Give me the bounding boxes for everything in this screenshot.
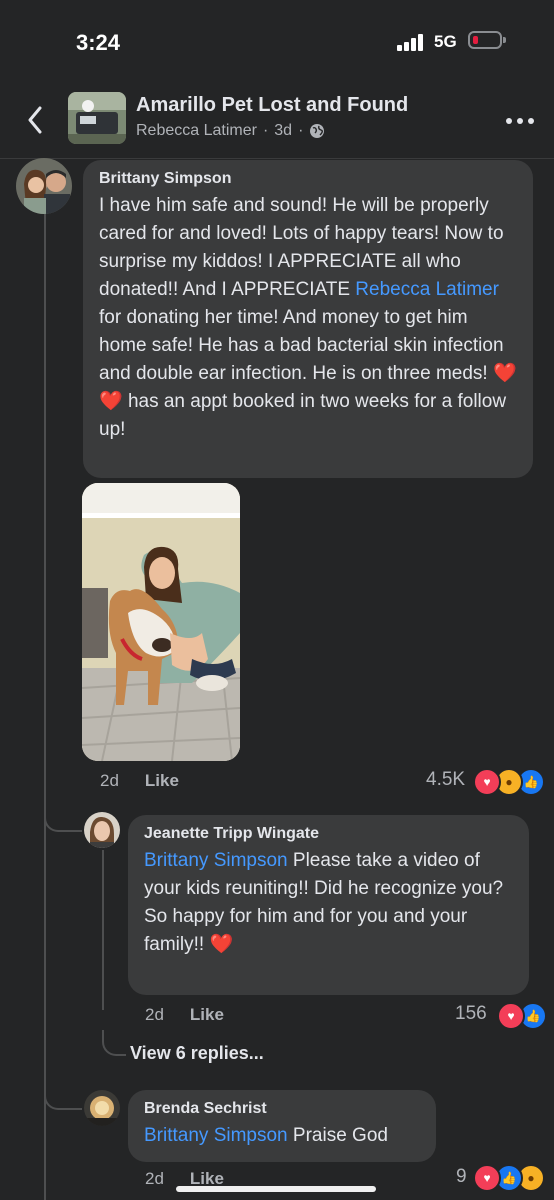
love-reaction-icon: ♥	[473, 768, 501, 796]
post-header: Amarillo Pet Lost and Found Rebecca Lati…	[0, 80, 554, 159]
reply-connector	[44, 1078, 82, 1110]
reaction-icons[interactable]: ♥ ● 👍	[473, 768, 545, 796]
comment-age: 2d	[100, 771, 119, 790]
comment-age: 2d	[145, 1005, 164, 1024]
comment-author[interactable]: Brittany Simpson	[99, 170, 517, 188]
status-time: 3:24	[76, 30, 121, 55]
mention-link[interactable]: Brittany Simpson	[144, 850, 288, 871]
reaction-icons[interactable]: ♥ 👍 ●	[473, 1164, 545, 1192]
network-label: 5G	[434, 32, 457, 51]
reaction-count[interactable]: 156	[455, 1003, 487, 1025]
comment-text-segment: for donating her time! And money to get …	[99, 307, 504, 384]
love-reaction-icon: ♥	[497, 1002, 525, 1030]
avatar[interactable]	[16, 158, 72, 214]
comment-text: Brittany Simpson Please take a video of …	[144, 847, 513, 959]
thread-line	[44, 214, 46, 1200]
comment-bubble: Brenda Sechrist Brittany Simpson Praise …	[128, 1090, 436, 1162]
mention-link[interactable]: Rebecca Latimer	[355, 279, 499, 300]
avatar[interactable]	[84, 1090, 120, 1126]
status-bar: 3:24 5G	[0, 0, 554, 80]
post-age: 3d	[274, 122, 293, 139]
comment-text: I have him safe and sound! He will be pr…	[99, 192, 517, 444]
comment-author[interactable]: Jeanette Tripp Wingate	[144, 825, 513, 843]
separator-dot: ·	[262, 122, 269, 139]
comment-actions: 2d Like	[145, 1005, 224, 1025]
love-reaction-icon: ♥	[473, 1164, 501, 1192]
separator-dot: ·	[298, 122, 304, 139]
comment-photo[interactable]	[82, 483, 240, 761]
reaction-count[interactable]: 4.5K	[426, 769, 465, 791]
like-button[interactable]: Like	[145, 771, 179, 790]
globe-icon	[310, 124, 325, 138]
reaction-count[interactable]: 9	[456, 1166, 467, 1188]
comment-text-segment: has an appt booked in two weeks for a fo…	[99, 391, 507, 440]
reply-connector	[44, 800, 82, 832]
comment-age: 2d	[145, 1169, 164, 1188]
home-indicator[interactable]	[176, 1186, 376, 1192]
chevron-left-icon	[28, 106, 42, 134]
heart-emoji: ❤️	[209, 934, 234, 955]
comment-author[interactable]: Brenda Sechrist	[144, 1100, 420, 1118]
poster-name[interactable]: Rebecca Latimer	[136, 122, 257, 140]
more-options-button[interactable]	[506, 118, 534, 124]
post-meta: Rebecca Latimer · 3d ·	[136, 122, 325, 140]
comment-text: Brittany Simpson Praise God	[144, 1122, 420, 1150]
comment-text-segment: Praise God	[287, 1125, 388, 1146]
avatar[interactable]	[84, 812, 120, 848]
signal-icon	[397, 33, 425, 51]
group-name[interactable]: Amarillo Pet Lost and Found	[136, 94, 408, 117]
thread-line	[102, 850, 104, 1010]
reaction-icons[interactable]: ♥ 👍	[497, 1002, 547, 1030]
view-replies-link[interactable]: View 6 replies...	[130, 1043, 264, 1064]
like-button[interactable]: Like	[190, 1005, 224, 1024]
comment-bubble: Brittany Simpson I have him safe and sou…	[83, 160, 533, 478]
comment-text-segment: So happy for him and for you and your fa…	[144, 906, 468, 955]
reply-connector	[102, 1030, 126, 1056]
back-button[interactable]	[22, 102, 50, 138]
comment-bubble: Jeanette Tripp Wingate Brittany Simpson …	[128, 815, 529, 995]
group-avatar[interactable]	[68, 92, 126, 144]
comment-actions: 2d Like	[100, 771, 179, 791]
mention-link[interactable]: Brittany Simpson	[144, 1125, 288, 1146]
battery-icon	[468, 31, 506, 49]
